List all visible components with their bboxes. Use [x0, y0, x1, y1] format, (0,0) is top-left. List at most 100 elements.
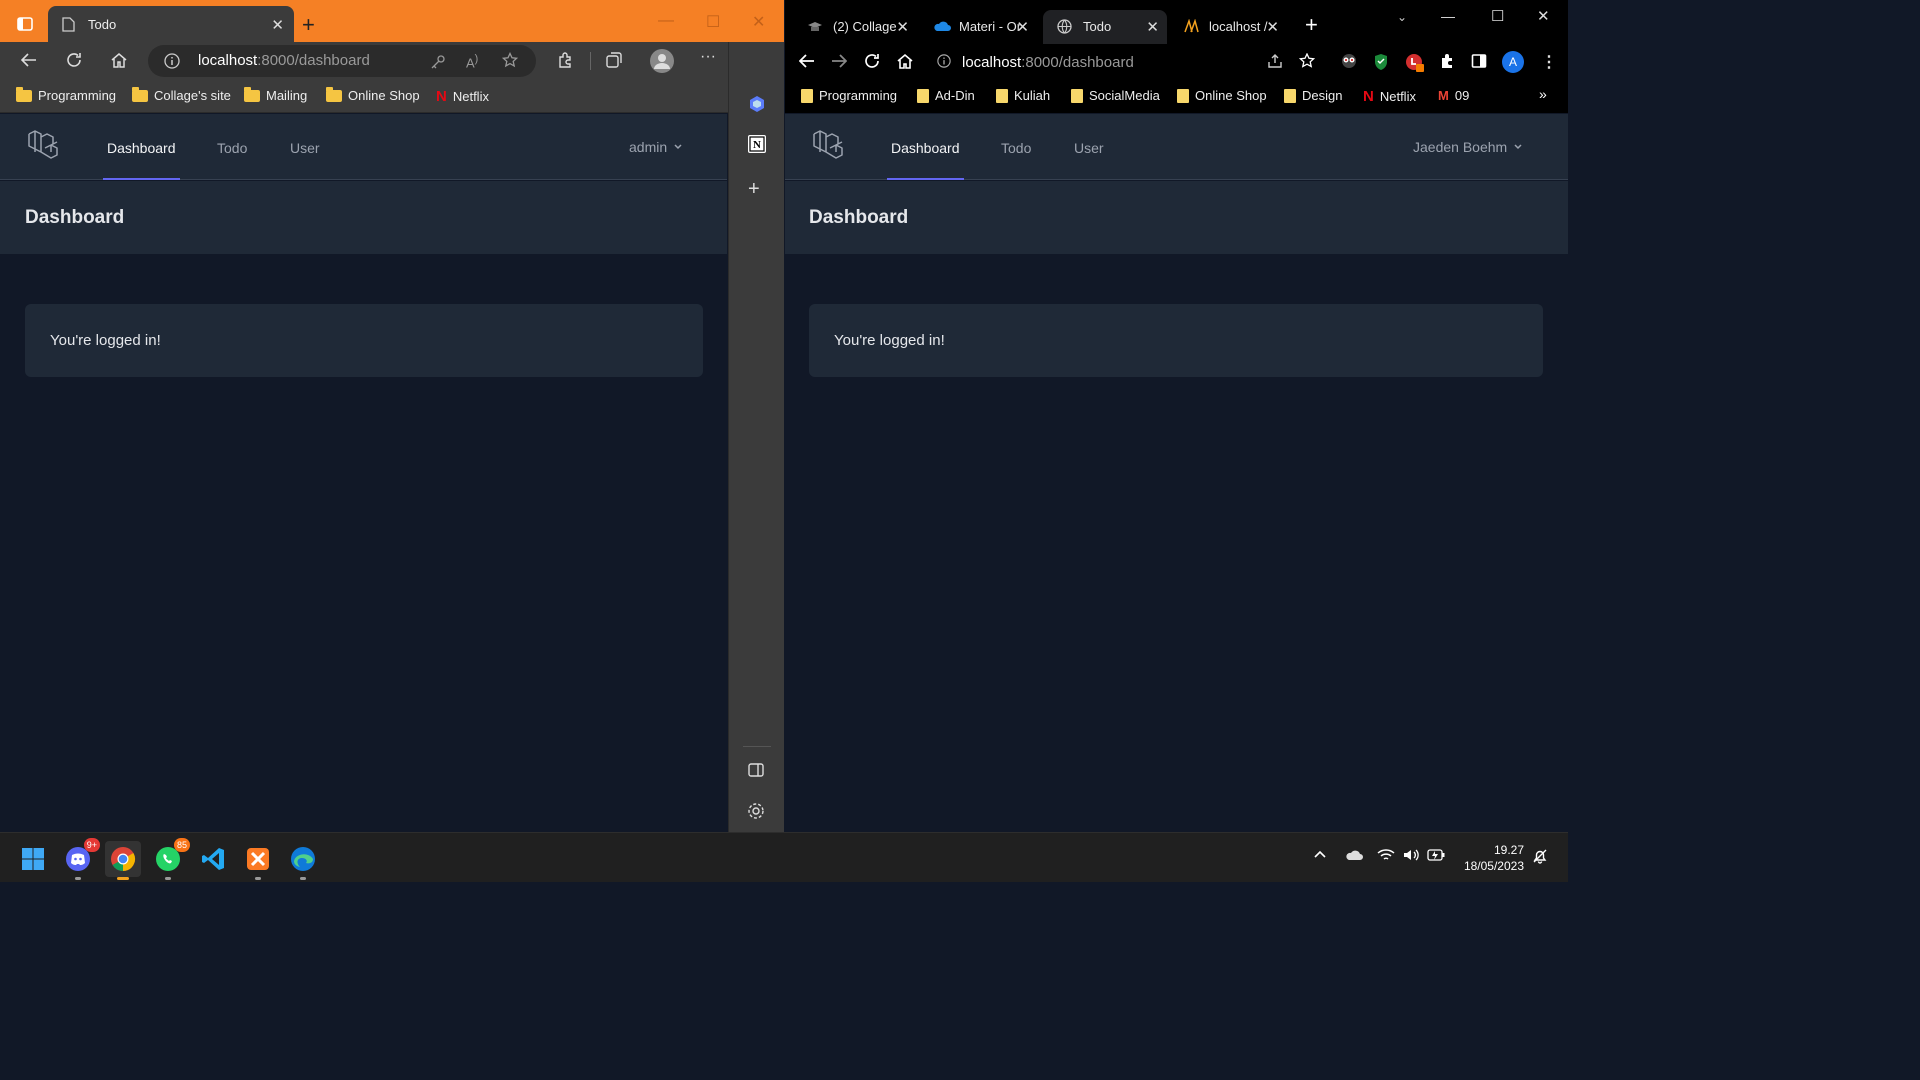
close-tab-icon[interactable]: ✕ — [1016, 18, 1029, 36]
copilot-sidebar-icon[interactable] — [747, 94, 767, 114]
nav-dashboard[interactable]: Dashboard — [107, 140, 176, 156]
back-icon[interactable] — [20, 51, 38, 69]
more-menu-icon[interactable]: ⋮ — [1541, 52, 1557, 72]
edge-tab-todo[interactable]: Todo ✕ — [48, 6, 294, 42]
close-tab-icon[interactable]: ✕ — [271, 16, 284, 34]
discord-badge: 9+ — [83, 838, 100, 852]
user-dropdown[interactable]: admin — [629, 139, 683, 155]
collections-icon[interactable] — [605, 51, 623, 69]
tab-actions-icon[interactable] — [16, 15, 34, 33]
bookmark-kuliah[interactable]: Kuliah — [996, 88, 1050, 103]
volume-icon[interactable] — [1402, 848, 1420, 862]
taskbar-clock[interactable]: 19.27 18/05/2023 — [1452, 842, 1524, 874]
info-icon[interactable] — [937, 54, 951, 68]
folder-icon — [1284, 88, 1296, 103]
reload-icon[interactable] — [864, 53, 880, 69]
info-icon[interactable] — [164, 53, 180, 69]
back-icon[interactable] — [799, 53, 815, 69]
home-icon[interactable] — [897, 53, 913, 69]
chrome-window: (2) Collage ✕ Materi - Or ✕ Todo ✕ local… — [785, 0, 1568, 832]
edge-address-bar[interactable]: localhost:8000/dashboard A) — [148, 45, 536, 77]
extensions-puzzle-icon[interactable] — [1439, 53, 1455, 69]
side-panel-icon[interactable] — [1471, 53, 1487, 69]
chrome-toolbar: localhost:8000/dashboard A ⋮ — [785, 44, 1568, 80]
add-sidebar-app-icon[interactable]: + — [748, 178, 760, 201]
hide-sidebar-icon[interactable] — [747, 762, 765, 778]
bookmark-netflix[interactable]: N Netflix — [1363, 88, 1416, 105]
chrome-tab-collage[interactable]: (2) Collage ✕ — [793, 10, 917, 44]
more-menu-icon[interactable]: ··· — [700, 48, 716, 66]
favorite-add-icon[interactable] — [502, 52, 520, 70]
bookmark-gmail-09[interactable]: M 09 — [1438, 88, 1469, 103]
logged-in-message: You're logged in! — [834, 332, 945, 349]
laravel-logo[interactable] — [811, 128, 849, 166]
minimize-icon[interactable]: — — [658, 12, 674, 30]
chrome-tab-todo[interactable]: Todo ✕ — [1043, 10, 1167, 44]
bookmark-socialmedia[interactable]: SocialMedia — [1071, 88, 1160, 103]
profile-avatar[interactable] — [650, 49, 674, 73]
whatsapp-app[interactable]: 85 — [150, 838, 190, 880]
bookmark-programming[interactable]: Programming — [801, 88, 897, 103]
user-dropdown[interactable]: Jaeden Boehm — [1413, 139, 1523, 155]
bookmark-design[interactable]: Design — [1284, 88, 1342, 103]
vscode-app[interactable] — [195, 841, 231, 877]
bookmark-netflix[interactable]: N Netflix — [436, 88, 489, 105]
notification-bell-icon[interactable] — [1532, 848, 1548, 864]
nav-todo[interactable]: Todo — [217, 140, 247, 156]
laravel-logo[interactable] — [26, 128, 64, 166]
bookmark-star-icon[interactable] — [1299, 53, 1315, 69]
nav-todo[interactable]: Todo — [1001, 140, 1031, 156]
start-button[interactable] — [15, 841, 51, 877]
chrome-app[interactable] — [105, 841, 141, 880]
close-tab-icon[interactable]: ✕ — [1266, 18, 1279, 36]
settings-gear-icon[interactable] — [747, 802, 765, 820]
tab-search-chevron-icon[interactable]: ⌄ — [1397, 10, 1407, 24]
chrome-tab-phpmyadmin[interactable]: localhost / ✕ — [1169, 10, 1287, 44]
battery-charging-icon[interactable] — [1427, 849, 1445, 861]
nav-dashboard[interactable]: Dashboard — [891, 140, 960, 156]
right-app-page: Dashboard Todo User Jaeden Boehm Dashboa… — [785, 114, 1568, 832]
extension-shield-icon[interactable] — [1373, 53, 1389, 71]
discord-app[interactable]: 9+ — [60, 838, 100, 880]
bookmark-mailing[interactable]: Mailing — [244, 86, 307, 103]
nav-user[interactable]: User — [290, 140, 320, 156]
maximize-icon[interactable]: ☐ — [1491, 7, 1504, 25]
close-window-icon[interactable]: ✕ — [752, 12, 765, 32]
new-tab-icon[interactable]: + — [302, 12, 315, 38]
extensions-icon[interactable] — [556, 51, 574, 69]
show-hidden-icons-chevron[interactable] — [1313, 847, 1327, 861]
notion-icon[interactable]: N — [747, 134, 767, 154]
close-tab-icon[interactable]: ✕ — [896, 18, 909, 36]
more-bookmarks-icon[interactable]: » — [1539, 86, 1547, 102]
close-tab-icon[interactable]: ✕ — [1146, 18, 1159, 36]
key-icon[interactable] — [430, 54, 446, 70]
folder-icon — [917, 88, 929, 103]
chrome-address-bar[interactable]: localhost:8000/dashboard — [927, 46, 1277, 78]
svg-text:N: N — [753, 139, 761, 151]
reload-icon[interactable] — [65, 51, 83, 69]
new-tab-icon[interactable]: + — [1305, 14, 1318, 36]
home-icon[interactable] — [110, 51, 128, 69]
nav-user[interactable]: User — [1074, 140, 1104, 156]
edge-app[interactable] — [285, 841, 321, 880]
bookmark-programming[interactable]: Programming — [16, 86, 116, 103]
forward-icon[interactable] — [831, 53, 847, 69]
extension-red-icon[interactable] — [1405, 53, 1425, 73]
bookmark-online-shop[interactable]: Online Shop — [326, 86, 420, 103]
close-window-icon[interactable]: ✕ — [1537, 7, 1550, 25]
bookmark-collages-site[interactable]: Collage's site — [132, 86, 231, 103]
extension-owl-icon[interactable] — [1340, 53, 1358, 69]
chrome-tab-materi[interactable]: Materi - Or ✕ — [919, 10, 1037, 44]
wifi-icon[interactable] — [1377, 848, 1395, 862]
maximize-icon[interactable]: ☐ — [706, 12, 720, 32]
url-host: localhost — [962, 54, 1022, 71]
profile-avatar[interactable]: A — [1502, 51, 1524, 73]
xampp-app[interactable] — [240, 841, 276, 880]
minimize-icon[interactable]: — — [1441, 8, 1455, 24]
bookmark-ad-din[interactable]: Ad-Din — [917, 88, 975, 103]
chevron-down-icon — [674, 144, 682, 150]
read-aloud-icon[interactable]: A) — [466, 53, 478, 70]
share-icon[interactable] — [1267, 53, 1283, 69]
onedrive-tray-icon[interactable] — [1345, 849, 1363, 861]
bookmark-online-shop[interactable]: Online Shop — [1177, 88, 1267, 103]
